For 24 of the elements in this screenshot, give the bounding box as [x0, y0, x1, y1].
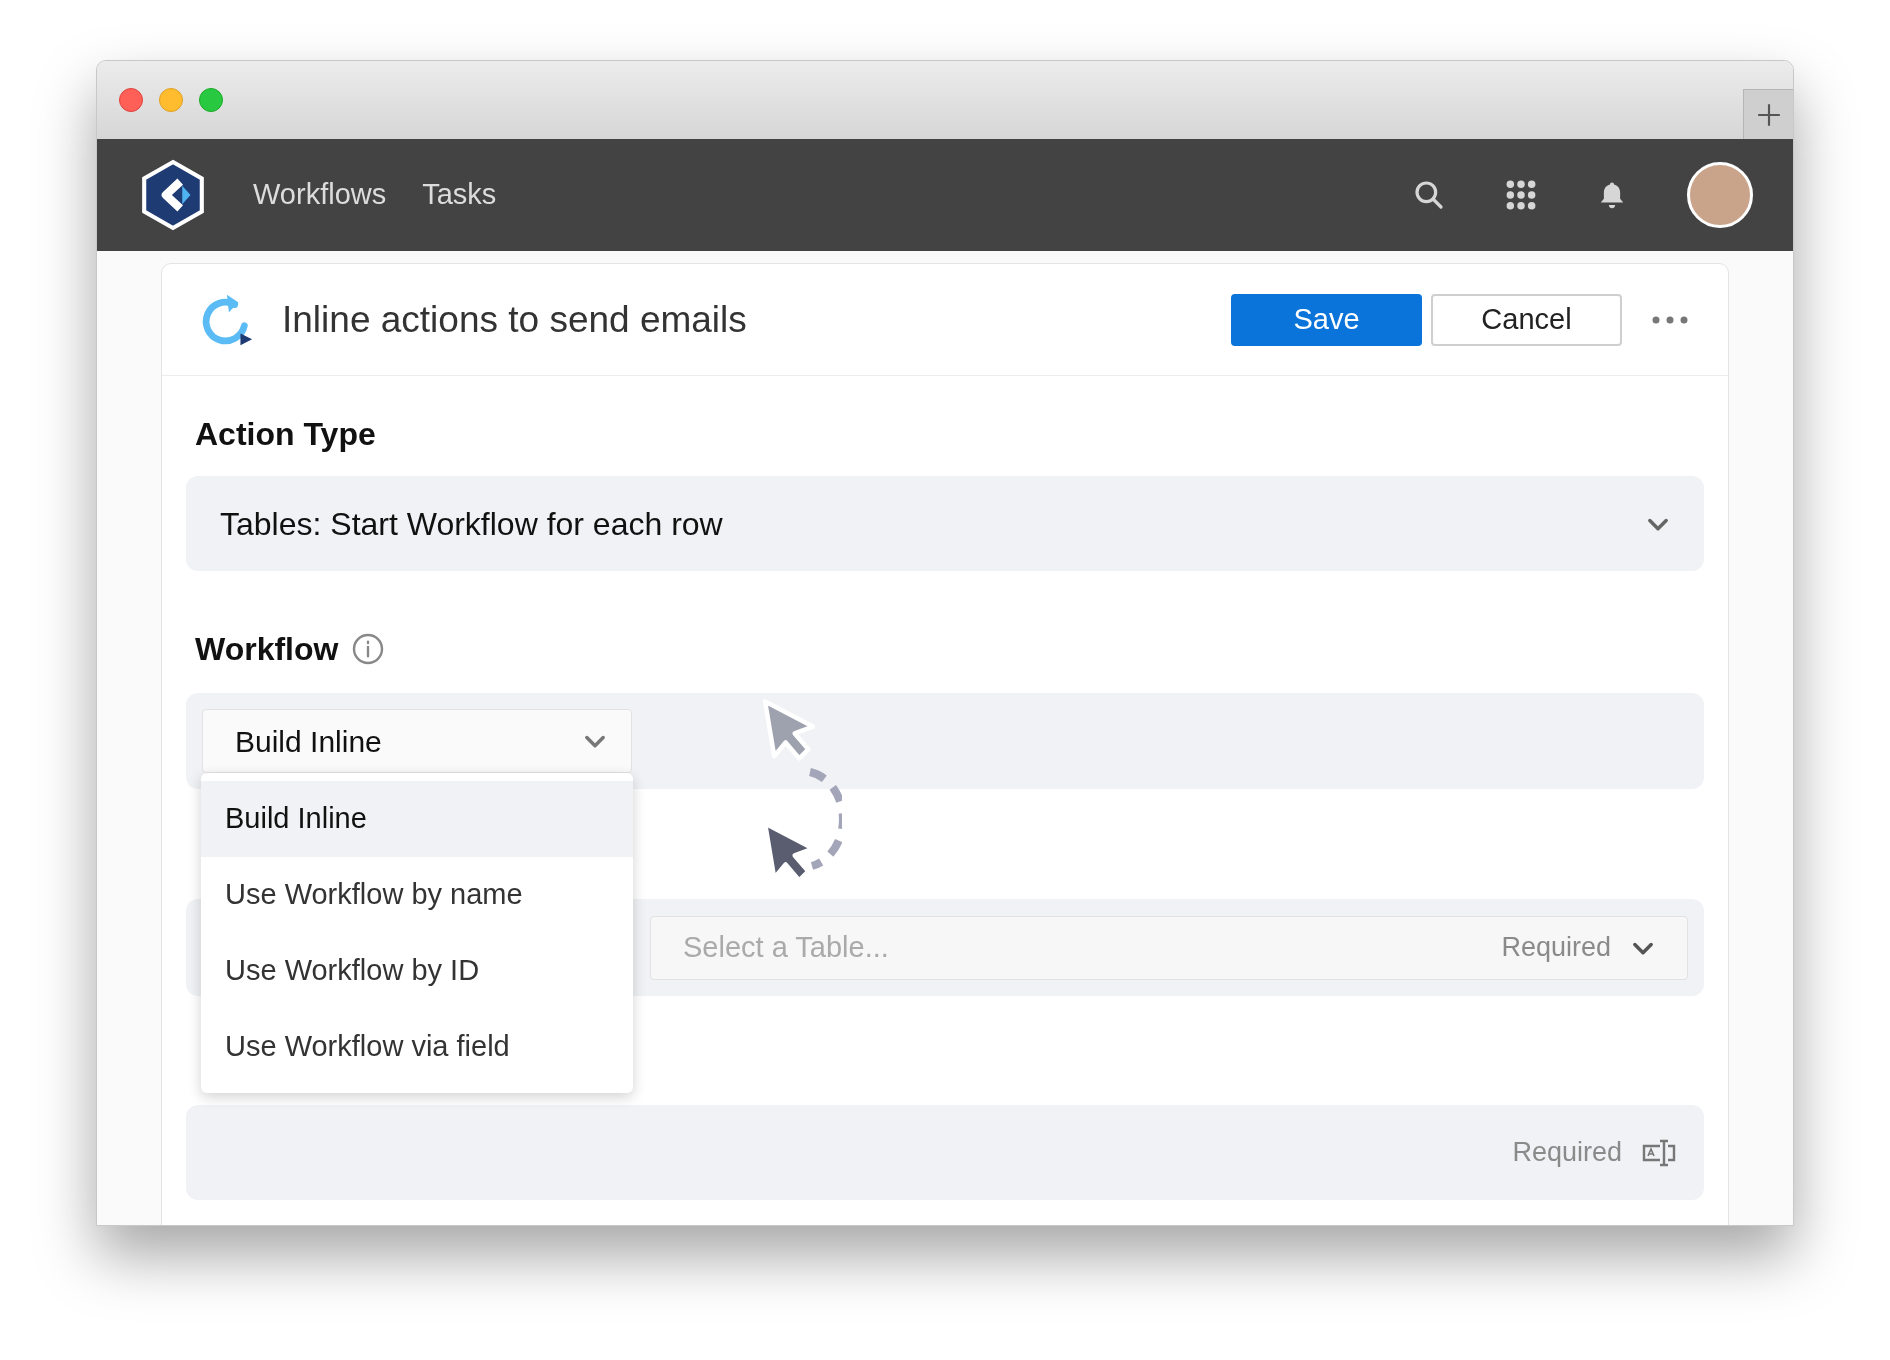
dropdown-option[interactable]: Use Workflow by name — [201, 857, 633, 933]
nav-link[interactable]: Workflows — [253, 173, 387, 217]
workflow-title: Inline actions to send emails — [282, 297, 747, 342]
field-label: Workflow — [195, 630, 339, 669]
info-icon[interactable] — [352, 633, 385, 665]
action-type-select[interactable]: Tables: Start Workflow for each row — [186, 476, 1704, 571]
required-hint: Required — [1512, 1136, 1622, 1170]
search-icon[interactable] — [1413, 179, 1445, 211]
nav-link[interactable]: Tasks — [422, 173, 497, 217]
plus-icon — [1755, 101, 1782, 128]
apps-grid-icon[interactable] — [1505, 179, 1537, 211]
text-field-icon — [1642, 1138, 1678, 1167]
workflow-select[interactable]: Build Inline — [202, 709, 632, 773]
dropdown-option[interactable]: Use Workflow by ID — [201, 933, 633, 1009]
dropdown-option[interactable]: Build Inline — [201, 781, 633, 857]
save-button[interactable]: Save — [1231, 293, 1422, 346]
cursor-icon — [760, 697, 818, 763]
close-window-icon[interactable] — [119, 88, 143, 112]
required-hint: Required — [1501, 931, 1611, 965]
field-label: Action Type — [195, 415, 377, 454]
new-tab-button[interactable] — [1743, 89, 1793, 139]
dropdown-option[interactable]: Use Workflow via field — [201, 1009, 633, 1085]
cancel-button[interactable]: Cancel — [1431, 293, 1622, 346]
more-options-icon[interactable] — [1652, 315, 1688, 324]
